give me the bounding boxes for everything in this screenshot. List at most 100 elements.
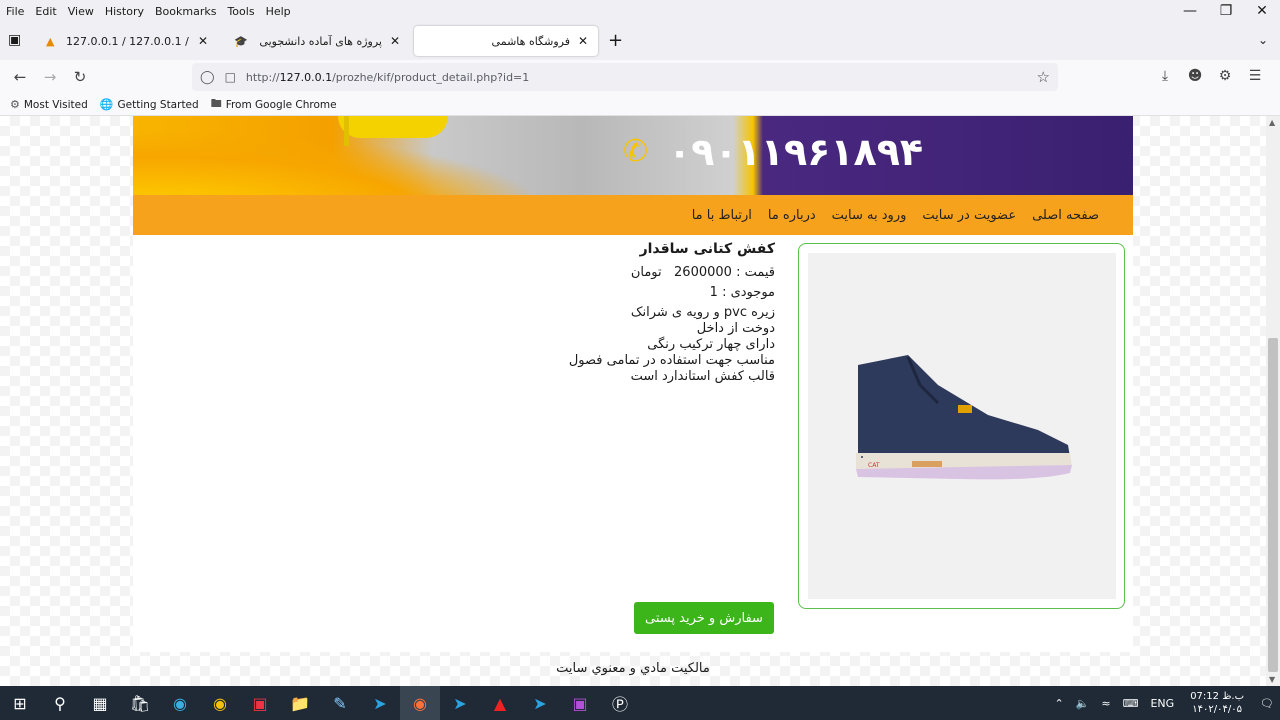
menu-file[interactable]: File (6, 5, 24, 18)
menu-view[interactable]: View (68, 5, 94, 18)
tab-close-icon[interactable]: ✕ (388, 34, 402, 48)
acrobat-icon[interactable]: ▲ (480, 686, 520, 720)
scroll-thumb[interactable] (1268, 338, 1278, 672)
page-scrollbar[interactable]: ▲ ▼ (1266, 116, 1280, 686)
bookmark-label: Most Visited (23, 98, 88, 111)
nav-about[interactable]: درباره ما (768, 208, 816, 223)
store-icon[interactable]: 🛍 (120, 686, 160, 720)
page-viewport: ✆ ۰۹۰۱۱۹۶۱۸۹۴ صفحه اصلی عضویت در سایت ور… (0, 116, 1266, 686)
app-p-icon[interactable]: Ⓟ (600, 686, 640, 720)
navigation-bar: ← → ↻ ◯ □ http://127.0.0.1/prozhe/kif/pr… (0, 60, 1280, 94)
order-button[interactable]: سفارش و خرید پستی (634, 602, 774, 634)
description-line: زیره pvc و رویه ی شرانک (630, 305, 775, 320)
menu-items: File Edit View History Bookmarks Tools H… (0, 5, 302, 18)
site-footer: مالكيت مادي و معنوي سايت (556, 661, 710, 676)
url-bar[interactable]: ◯ □ http://127.0.0.1/prozhe/kif/product_… (192, 63, 1058, 91)
phpstorm-icon[interactable]: ▣ (560, 686, 600, 720)
menu-help[interactable]: Help (266, 5, 291, 18)
wifi-icon[interactable]: ≈ (1101, 697, 1110, 710)
gear-icon: ⚙ (10, 98, 20, 111)
task-view-icon[interactable]: ▦ (80, 686, 120, 720)
menu-edit[interactable]: Edit (35, 5, 56, 18)
scroll-up-icon[interactable]: ▲ (1269, 118, 1275, 127)
bookmark-from-google-chrome[interactable]: 🖿 From Google Chrome (211, 95, 337, 114)
description-line: دوخت از داخل (696, 321, 775, 336)
volume-icon[interactable]: 🔈 (1076, 697, 1090, 710)
reload-icon[interactable]: ↻ (70, 67, 90, 87)
folder-icon: 🖿 (210, 97, 222, 110)
restore-icon[interactable]: ❐ (1208, 0, 1244, 22)
shield-icon[interactable]: ◯ (200, 70, 215, 85)
bookmark-most-visited[interactable]: ⚙ Most Visited (10, 98, 88, 111)
description-line: قالب کفش استاندارد است (630, 369, 775, 384)
system-tray: ⌃ 🔈 ≈ ⌨ ENG 07:12 ب.ظ ۱۴۰۲/۰۴/۰۵ 🗨 (1048, 686, 1280, 720)
edge-icon[interactable]: ◉ (160, 686, 200, 720)
bookmark-label: From Google Chrome (225, 98, 337, 111)
tab-student-projects[interactable]: 🎓 پروژه های آماده دانشجویی ✕ (226, 26, 410, 56)
extensions-icon[interactable]: ⚙ (1210, 68, 1240, 84)
bookmark-label: Getting Started (117, 98, 199, 111)
bookmarks-bar: ⚙ Most Visited 🌐 Getting Started 🖿 From … (0, 94, 1280, 116)
chevron-down-icon[interactable]: ⌄ (1258, 33, 1268, 47)
keyboard-icon[interactable]: ⌨ (1123, 697, 1139, 710)
product-image: CAT (808, 253, 1116, 599)
notepad-icon[interactable]: ✎ (320, 686, 360, 720)
menu-tools[interactable]: Tools (227, 5, 254, 18)
windows-taskbar: ⊞ ⚲ ▦ 🛍 ◉ ◉ ▣ 📁 ✎ ➤ ◉ ➤ ▲ ➤ ▣ Ⓟ ⌃ 🔈 ≈ ⌨ … (0, 686, 1280, 720)
tab-close-icon[interactable]: ✕ (576, 34, 590, 48)
forward-icon[interactable]: → (40, 67, 60, 87)
telegram-icon[interactable]: ➤ (520, 686, 560, 720)
telegram-icon[interactable]: ➤ (440, 686, 480, 720)
scroll-down-icon[interactable]: ▼ (1269, 675, 1275, 684)
nav-register[interactable]: عضویت در سایت (922, 208, 1016, 223)
account-icon[interactable]: ☻ (1180, 68, 1210, 84)
tab-title: 127.0.0.1 / 127.0.0.1 / pdfdownl (66, 34, 190, 48)
tab-list-icon[interactable]: ▣ (8, 32, 26, 50)
minimize-icon[interactable]: — (1172, 0, 1208, 22)
description-line: دارای چهار ترکیب رنگی (647, 337, 775, 352)
nav-login[interactable]: ورود به سایت (832, 208, 907, 223)
star-icon[interactable]: ☆ (1037, 68, 1050, 86)
product-price: قیمت : 2600000 تومان (630, 265, 775, 280)
tab-close-icon[interactable]: ✕ (196, 34, 210, 48)
clock[interactable]: 07:12 ب.ظ ۱۴۰۲/۰۴/۰۵ (1190, 690, 1244, 716)
new-tab-icon[interactable]: + (608, 32, 623, 50)
product-image-frame: CAT (798, 243, 1125, 609)
url-text[interactable]: http://127.0.0.1/prozhe/kif/product_deta… (246, 71, 529, 84)
firefox-icon[interactable]: ◉ (400, 686, 440, 720)
chrome-icon[interactable]: ◉ (200, 686, 240, 720)
chevron-up-icon[interactable]: ⌃ (1054, 697, 1063, 710)
header-banner: ✆ ۰۹۰۱۱۹۶۱۸۹۴ (133, 116, 1133, 195)
back-icon[interactable]: ← (10, 67, 30, 87)
hamburger-menu-icon[interactable]: ☰ (1240, 68, 1270, 84)
menu-history[interactable]: History (105, 5, 144, 18)
banner-shoe-image (338, 116, 448, 138)
tab-hashemi-store[interactable]: فروشگاه هاشمی ✕ (414, 26, 598, 56)
bookmark-getting-started[interactable]: 🌐 Getting Started (100, 98, 199, 111)
site-nav: صفحه اصلی عضویت در سایت ورود به سایت درب… (133, 195, 1133, 235)
banner-phone-number: ۰۹۰۱۱۹۶۱۸۹۴ (668, 130, 924, 174)
window-controls: — ❐ ✕ (1172, 0, 1280, 22)
app-icon[interactable]: ▣ (240, 686, 280, 720)
site-container: ✆ ۰۹۰۱۱۹۶۱۸۹۴ صفحه اصلی عضویت در سایت ور… (133, 116, 1133, 652)
product-info: کفش کتانی ساقدار قیمت : 2600000 تومان مو… (433, 241, 775, 385)
product-description: زیره pvc و رویه ی شرانک دوخت از داخل دار… (433, 305, 775, 385)
telegram-icon[interactable]: ➤ (360, 686, 400, 720)
tab-phpmyadmin[interactable]: ▲ 127.0.0.1 / 127.0.0.1 / pdfdownl ✕ (38, 26, 218, 56)
windows-start-icon[interactable]: ⊞ (0, 686, 40, 720)
page-icon[interactable]: □ (225, 70, 236, 84)
close-window-icon[interactable]: ✕ (1244, 0, 1280, 22)
toolbar-right: ⤓ ☻ ⚙ ☰ (1150, 68, 1270, 84)
sneaker-image: CAT (856, 355, 1072, 480)
nav-contact[interactable]: ارتباط با ما (692, 208, 752, 223)
clock-date: ۱۴۰۲/۰۴/۰۵ (1192, 704, 1242, 715)
search-icon[interactable]: ⚲ (40, 686, 80, 720)
file-explorer-icon[interactable]: 📁 (280, 686, 320, 720)
notification-icon[interactable]: 🗨 (1260, 697, 1274, 710)
language-indicator[interactable]: ENG (1150, 697, 1174, 710)
product-stock: موجودی : 1 (709, 285, 775, 300)
url-path: /prozhe/kif/product_detail.php?id=1 (332, 70, 530, 84)
download-icon[interactable]: ⤓ (1150, 68, 1180, 84)
menu-bookmarks[interactable]: Bookmarks (155, 5, 216, 18)
nav-home[interactable]: صفحه اصلی (1032, 208, 1099, 223)
